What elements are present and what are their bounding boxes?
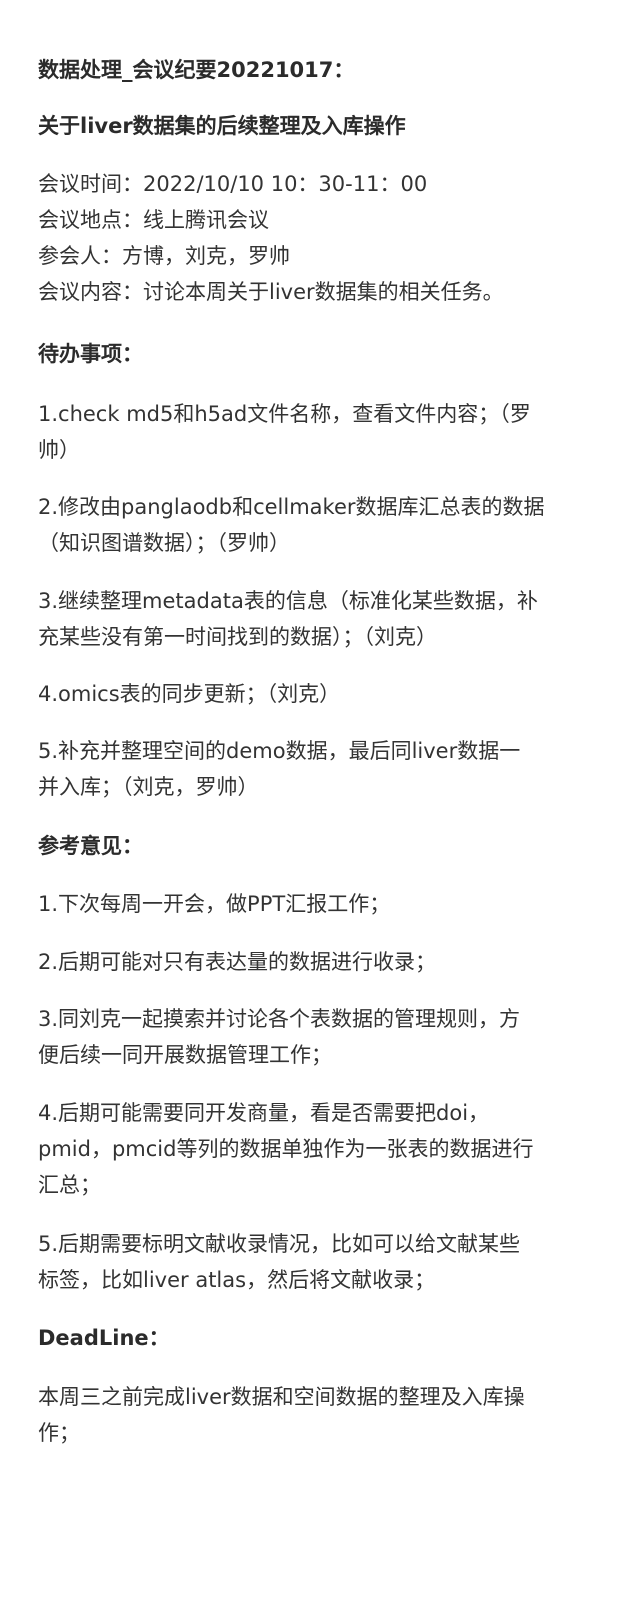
advice-item-line: 1.下次每周一开会，做PPT汇报工作； [38,892,391,916]
advice-item-line: 2.后期可能对只有表达量的数据进行收录； [38,950,437,974]
meeting-attendees: 参会人：方博，刘克，罗帅 [38,244,290,268]
advice-item-2: 2.后期可能对只有表达量的数据进行收录； [38,944,436,980]
deadline-line: 作； [38,1421,80,1445]
todo-item-line: （知识图谱数据）；（罗帅） [38,531,290,555]
meeting-time: 会议时间：2022/10/10 10：30-11：00 [38,172,428,196]
todo-item-line: 5.补充并整理空间的demo数据，最后同liver数据一 [38,739,521,763]
advice-heading: 参考意见： [38,834,143,858]
advice-item-3: 3.同刘克一起摸索并讨论各个表数据的管理规则，方 便后续一同开展数据管理工作； [38,1001,520,1073]
deadline-text: 本周三之前完成liver数据和空间数据的整理及入库操 作； [38,1379,525,1451]
todo-item-line: 并入库；（刘克，罗帅） [38,775,259,799]
advice-item-4: 4.后期可能需要同开发商量，看是否需要把doi， pmid，pmcid等列的数据… [38,1095,533,1203]
todo-heading: 待办事项： [38,342,143,366]
meeting-location: 会议地点：线上腾讯会议 [38,208,269,232]
meeting-info: 会议时间：2022/10/10 10：30-11：00 会议地点：线上腾讯会议 … [38,166,504,310]
todo-item-1: 1.check md5和h5ad文件名称，查看文件内容；（罗 帅） [38,396,531,468]
todo-item-line: 充某些没有第一时间找到的数据）；（刘克） [38,625,437,649]
todo-item-3: 3.继续整理metadata表的信息（标准化某些数据，补 充某些没有第一时间找到… [38,583,538,655]
advice-item-line: pmid，pmcid等列的数据单独作为一张表的数据进行 [38,1137,534,1161]
todo-item-4: 4.omics表的同步更新；（刘克） [38,676,340,712]
document: 数据处理_会议纪要20221017： 关于liver数据集的后续整理及入库操作 … [0,0,640,1597]
document-subtitle: 关于liver数据集的后续整理及入库操作 [38,114,406,138]
deadline-heading: DeadLine： [38,1326,170,1350]
meeting-content: 会议内容：讨论本周关于liver数据集的相关任务。 [38,280,504,304]
todo-item-line: 帅） [38,438,80,462]
advice-item-line: 汇总； [38,1173,101,1197]
advice-item-line: 5.后期需要标明文献收录情况，比如可以给文献某些 [38,1232,521,1256]
todo-item-2: 2.修改由panglaodb和cellmaker数据库汇总表的数据 （知识图谱数… [38,489,545,561]
advice-item-5: 5.后期需要标明文献收录情况，比如可以给文献某些 标签，比如liver atla… [38,1226,520,1298]
advice-item-line: 便后续一同开展数据管理工作； [38,1043,332,1067]
document-title: 数据处理_会议纪要20221017： [38,58,355,82]
advice-item-line: 标签，比如liver atlas，然后将文献收录； [38,1268,436,1292]
todo-item-line: 3.继续整理metadata表的信息（标准化某些数据，补 [38,589,538,613]
advice-item-1: 1.下次每周一开会，做PPT汇报工作； [38,886,390,922]
todo-item-5: 5.补充并整理空间的demo数据，最后同liver数据一 并入库；（刘克，罗帅） [38,733,520,805]
advice-item-line: 4.后期可能需要同开发商量，看是否需要把doi， [38,1101,490,1125]
todo-item-line: 4.omics表的同步更新；（刘克） [38,682,341,706]
todo-item-line: 1.check md5和h5ad文件名称，查看文件内容；（罗 [38,402,531,426]
deadline-line: 本周三之前完成liver数据和空间数据的整理及入库操 [38,1385,525,1409]
advice-item-line: 3.同刘克一起摸索并讨论各个表数据的管理规则，方 [38,1007,521,1031]
todo-item-line: 2.修改由panglaodb和cellmaker数据库汇总表的数据 [38,495,545,519]
